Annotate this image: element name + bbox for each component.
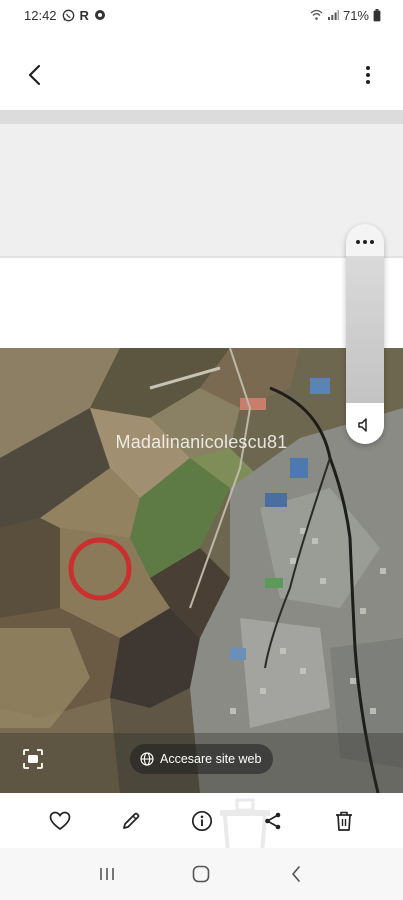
heart-icon <box>49 811 70 830</box>
edit-button[interactable] <box>111 801 151 841</box>
visit-website-chip[interactable]: Accesare site web <box>130 744 274 774</box>
home-icon <box>193 865 210 883</box>
scan-text-icon <box>23 749 43 769</box>
globe-icon <box>140 752 154 766</box>
battery-icon <box>373 8 381 22</box>
volume-settings-button[interactable] <box>346 230 384 254</box>
content-band-white <box>0 258 403 348</box>
more-horizontal-icon <box>356 240 374 244</box>
battery-percent: 71% <box>342 7 369 23</box>
app-bar <box>0 40 403 110</box>
system-nav-bar <box>0 848 403 900</box>
text-scan-button[interactable] <box>20 746 46 772</box>
nav-back-button[interactable] <box>276 854 316 894</box>
action-bar <box>0 793 403 848</box>
signal-icon <box>327 9 339 21</box>
delete-button[interactable] <box>324 801 364 841</box>
recents-button[interactable] <box>87 854 127 894</box>
chevron-left-icon <box>291 866 300 882</box>
back-button[interactable] <box>18 58 52 92</box>
home-button[interactable] <box>181 854 221 894</box>
volume-panel <box>346 224 384 444</box>
visit-website-label: Accesare site web <box>160 752 262 766</box>
watermark: Madalinanicolescu81 <box>115 432 288 452</box>
more-options-button[interactable] <box>351 58 385 92</box>
pencil-icon <box>122 812 139 829</box>
content-band-top <box>0 110 403 124</box>
back-arrow-icon <box>28 64 41 86</box>
content-band-light <box>0 124 403 256</box>
favorite-button[interactable] <box>40 801 80 841</box>
info-icon <box>191 810 212 831</box>
map-graphic <box>0 348 403 793</box>
status-time: 12:42 <box>24 7 57 23</box>
status-bar: 12:42 R 71% <box>0 0 403 30</box>
more-vertical-icon <box>366 66 370 84</box>
wifi-icon <box>310 9 323 21</box>
settings-icon <box>94 9 106 21</box>
speaker-icon <box>358 418 367 432</box>
trash-icon <box>335 811 352 831</box>
whatsapp-icon <box>62 9 75 22</box>
r-icon: R <box>79 7 89 23</box>
recents-icon <box>100 868 114 880</box>
mute-toggle[interactable] <box>346 412 384 438</box>
satellite-map-image[interactable]: Madalinanicolescu81 Accesare site web <box>0 348 403 793</box>
